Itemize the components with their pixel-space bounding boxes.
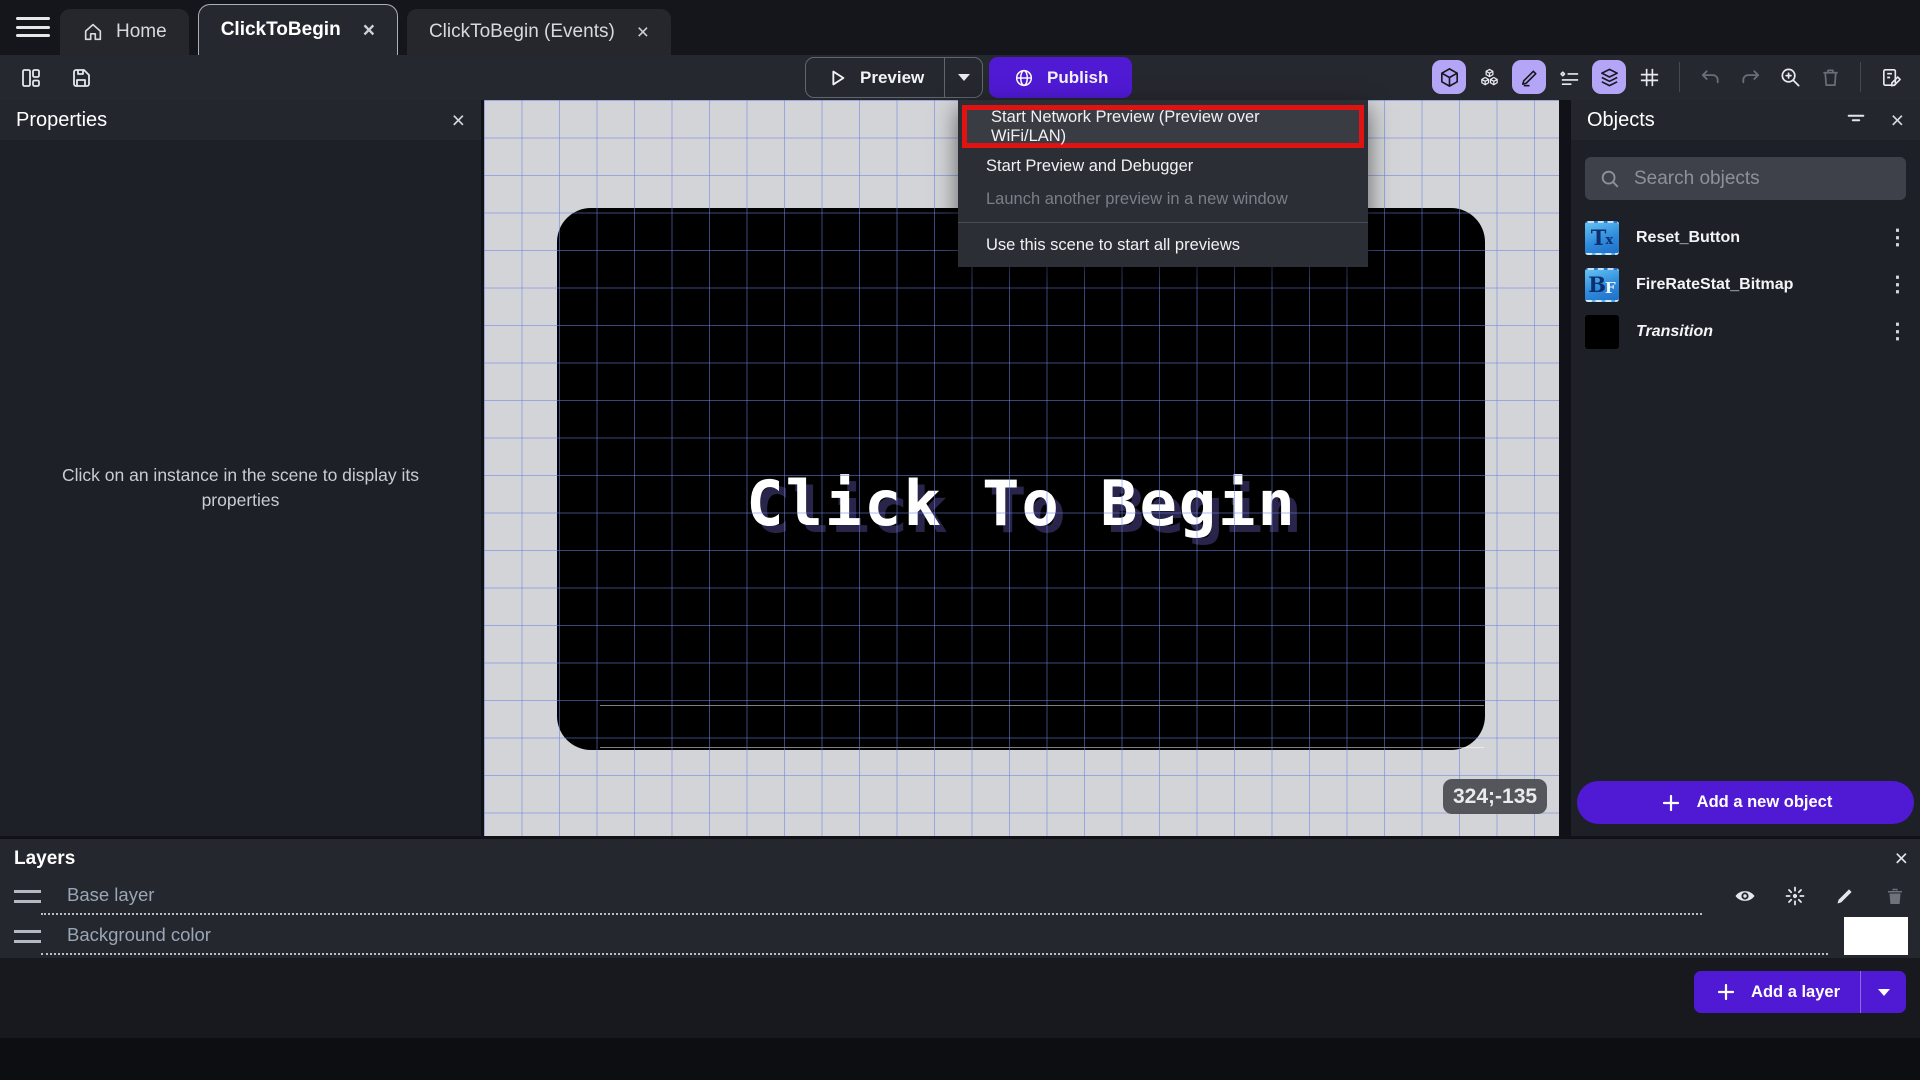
- tab-label: ClickToBegin (Events): [428, 21, 615, 42]
- edit-mode-pencil-icon[interactable]: [1512, 60, 1546, 94]
- tab-label: ClickToBegin: [220, 19, 341, 40]
- play-icon: [832, 70, 845, 85]
- objects-panel: Objects × Tx Reset_Button ⋮ BF FireRateS…: [1571, 100, 1920, 836]
- layers-panel-footer: Add a layer: [0, 958, 1920, 1038]
- publish-button-label: Publish: [1047, 67, 1109, 87]
- layer-effects-icon[interactable]: [1782, 883, 1808, 909]
- save-icon[interactable]: [66, 63, 96, 93]
- bottom-bar: [0, 1038, 1920, 1080]
- close-properties-icon[interactable]: ×: [452, 108, 465, 132]
- objects-panel-title: Objects: [1587, 108, 1655, 131]
- preview-options-dropdown-button[interactable]: [944, 58, 982, 97]
- layer-edit-pencil-icon[interactable]: [1832, 883, 1858, 909]
- menu-item-start-preview-debugger[interactable]: Start Preview and Debugger: [958, 150, 1368, 183]
- object-name: Reset_Button: [1636, 228, 1741, 246]
- redo-icon[interactable]: [1733, 60, 1767, 94]
- open-panels-icon[interactable]: [16, 63, 46, 93]
- filter-icon[interactable]: [1845, 107, 1867, 133]
- layer-visibility-eye-icon[interactable]: [1732, 883, 1758, 909]
- click-to-begin-text-object[interactable]: Click To Begin: [746, 467, 1297, 540]
- add-layer-label: Add a layer: [1751, 982, 1840, 1001]
- search-icon: [1601, 170, 1619, 187]
- layers-panel-title: Layers: [14, 848, 76, 869]
- menu-divider: [958, 222, 1368, 223]
- layer-row-base-layer[interactable]: Base layer: [14, 877, 1908, 915]
- object-row-transition[interactable]: Transition ⋮: [1571, 308, 1920, 355]
- instances-list-icon[interactable]: [1472, 60, 1506, 94]
- bitmap-font-object-icon: BF: [1585, 267, 1619, 302]
- tab-home[interactable]: Home: [60, 9, 189, 55]
- menu-item-launch-another-preview: Launch another preview in a new window: [986, 190, 1288, 208]
- menu-item-start-network-preview[interactable]: Start Network Preview (Preview over WiFi…: [967, 108, 1359, 145]
- text-object-icon: Tx: [1585, 220, 1619, 255]
- undo-icon[interactable]: [1693, 60, 1727, 94]
- grid-toggle-icon[interactable]: [1632, 60, 1666, 94]
- object-properties-list-icon[interactable]: [1552, 60, 1586, 94]
- layer-row-background-color[interactable]: Background color: [14, 917, 1908, 955]
- object-options-icon[interactable]: ⋮: [1887, 272, 1908, 297]
- delete-trash-icon[interactable]: [1813, 60, 1847, 94]
- layer-name: Background color: [67, 924, 211, 945]
- gdevelop-editor-window: Home ClickToBegin × ClickToBegin (Events…: [0, 0, 1920, 1080]
- preview-button-group: Preview: [805, 57, 984, 98]
- main-menu-button[interactable]: [16, 17, 50, 39]
- close-tab-icon[interactable]: ×: [637, 22, 649, 43]
- add-layer-button[interactable]: Add a layer: [1694, 971, 1860, 1013]
- cursor-coordinates-badge: 324;-135: [1443, 779, 1548, 814]
- object-row-reset-button[interactable]: Tx Reset_Button ⋮: [1571, 214, 1920, 261]
- toolbar-divider: [1860, 62, 1861, 92]
- add-layer-options-button[interactable]: [1860, 971, 1906, 1013]
- object-options-icon[interactable]: ⋮: [1887, 225, 1908, 250]
- layer-delete-trash-icon[interactable]: [1882, 883, 1908, 909]
- object-row-fireratestat-bitmap[interactable]: BF FireRateStat_Bitmap ⋮: [1571, 261, 1920, 308]
- add-new-object-button[interactable]: Add a new object: [1577, 781, 1914, 824]
- tab-label: Home: [116, 21, 167, 42]
- search-input[interactable]: [1634, 167, 1892, 190]
- close-objects-icon[interactable]: ×: [1891, 108, 1904, 132]
- objects-search-box: [1585, 157, 1906, 200]
- add-layer-button-group: Add a layer: [1694, 971, 1906, 1013]
- plus-icon: [1717, 983, 1735, 1001]
- globe-icon: [1015, 69, 1033, 86]
- 3d-view-toggle-icon[interactable]: [1432, 60, 1466, 94]
- close-layers-icon[interactable]: ×: [1895, 845, 1908, 872]
- tab-scene-clicktobegin[interactable]: ClickToBegin ×: [197, 4, 398, 55]
- toolbar: Preview Publish: [0, 55, 1920, 100]
- highlight-annotation-red-box: Start Network Preview (Preview over WiFi…: [962, 105, 1364, 148]
- object-options-icon[interactable]: ⋮: [1887, 319, 1908, 344]
- properties-panel-title: Properties: [16, 108, 108, 131]
- menu-item-use-scene-start-previews[interactable]: Use this scene to start all previews: [958, 229, 1368, 262]
- properties-panel: Properties × Click on an instance in the…: [0, 100, 481, 836]
- layers-panel: Layers × Base layer Background color: [0, 839, 1920, 958]
- layers-panel-icon[interactable]: [1592, 60, 1626, 94]
- tab-events-clicktobegin[interactable]: ClickToBegin (Events) ×: [406, 9, 672, 55]
- preview-button[interactable]: Preview: [806, 58, 944, 97]
- preview-options-menu: Start Network Preview (Preview over WiFi…: [958, 100, 1368, 267]
- drag-handle-icon[interactable]: [14, 929, 41, 943]
- zoom-in-icon[interactable]: [1773, 60, 1807, 94]
- plus-icon: [1662, 794, 1679, 811]
- publish-button[interactable]: Publish: [989, 57, 1133, 98]
- chevron-down-icon: [957, 74, 970, 81]
- edit-scene-properties-icon[interactable]: [1874, 60, 1908, 94]
- toolbar-divider: [1679, 62, 1680, 92]
- tab-bar: Home ClickToBegin × ClickToBegin (Events…: [0, 0, 1920, 55]
- object-name: FireRateStat_Bitmap: [1636, 275, 1794, 293]
- preview-button-label: Preview: [860, 67, 925, 87]
- chevron-down-icon: [1877, 988, 1890, 996]
- close-tab-icon[interactable]: ×: [363, 20, 375, 41]
- layer-name: Base layer: [67, 884, 155, 905]
- instance-selection-rect: [600, 705, 1484, 748]
- sprite-object-icon: [1585, 314, 1619, 349]
- background-color-swatch[interactable]: [1844, 917, 1908, 955]
- object-name: Transition: [1636, 322, 1714, 340]
- properties-empty-message: Click on an instance in the scene to dis…: [62, 464, 419, 510]
- drag-handle-icon[interactable]: [14, 889, 41, 903]
- add-object-label: Add a new object: [1696, 793, 1833, 811]
- home-icon: [84, 23, 102, 41]
